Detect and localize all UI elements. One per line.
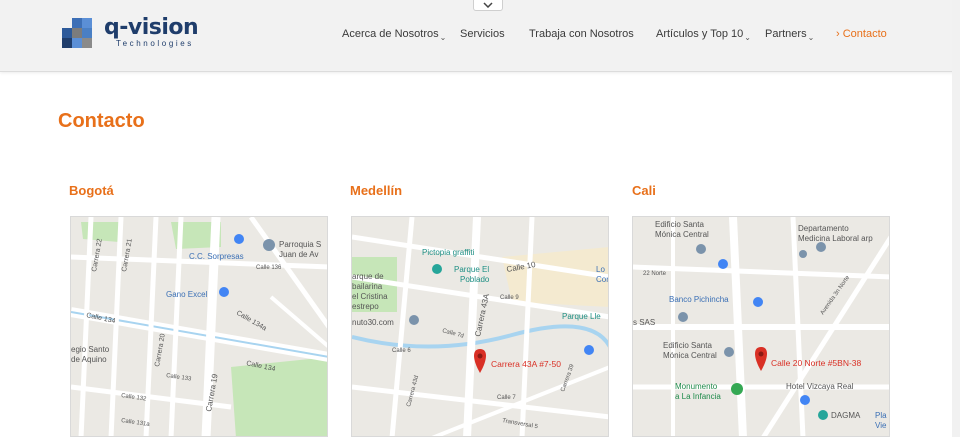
park-icon bbox=[818, 410, 828, 420]
map-medellin[interactable]: Pictopia graffiti Parque El Poblado arqu… bbox=[351, 216, 609, 437]
svg-text:Banco Pichincha: Banco Pichincha bbox=[669, 295, 729, 304]
shopping-icon bbox=[219, 287, 229, 297]
svg-text:Conter: Conter bbox=[596, 275, 609, 284]
svg-text:s SAS: s SAS bbox=[633, 318, 655, 327]
svg-text:Poblado: Poblado bbox=[460, 275, 490, 284]
nav-item-label: Trabaja con Nosotros bbox=[529, 28, 634, 40]
nav-item-contacto[interactable]: › Contacto bbox=[836, 28, 887, 40]
nav-item-label: Artículos y Top 10 bbox=[656, 28, 744, 40]
shopping-icon bbox=[584, 345, 594, 355]
svg-text:Departamento: Departamento bbox=[798, 224, 849, 233]
nav-item-partners[interactable]: Partners⌄ bbox=[765, 28, 815, 42]
city-heading-bogota: Bogotá bbox=[69, 183, 114, 198]
svg-text:Medicina Laboral arp: Medicina Laboral arp bbox=[798, 234, 873, 243]
svg-text:el Cristina: el Cristina bbox=[352, 292, 388, 301]
header-toggle-button[interactable] bbox=[473, 0, 503, 11]
nav-item-trabaja[interactable]: Trabaja con Nosotros bbox=[529, 28, 634, 40]
place-icon bbox=[409, 315, 419, 325]
svg-text:Calle 6: Calle 6 bbox=[392, 348, 411, 354]
site-logo[interactable]: q-vision Technologies bbox=[58, 14, 218, 54]
logo-brand-text: q-vision bbox=[104, 15, 199, 40]
svg-text:Pictopia graffiti: Pictopia graffiti bbox=[422, 248, 475, 257]
nav-item-articulos[interactable]: Artículos y Top 10⌄ bbox=[656, 28, 751, 42]
svg-text:Pla: Pla bbox=[875, 411, 887, 420]
svg-text:bailarina: bailarina bbox=[352, 282, 383, 291]
svg-text:Juan de Av: Juan de Av bbox=[279, 250, 318, 259]
hotel-icon bbox=[800, 395, 810, 405]
svg-text:Edificio Santa: Edificio Santa bbox=[655, 220, 704, 229]
svg-text:Calle 9: Calle 9 bbox=[500, 295, 519, 301]
place-icon bbox=[799, 250, 807, 258]
nav-item-label: Servicios bbox=[460, 28, 505, 40]
svg-text:Monumento: Monumento bbox=[675, 382, 718, 391]
svg-text:Parroquia S: Parroquia S bbox=[279, 240, 321, 249]
logo-cubes-icon bbox=[62, 18, 92, 48]
svg-text:Parque El: Parque El bbox=[454, 265, 489, 274]
chevron-down-icon: ⌄ bbox=[439, 33, 447, 42]
place-icon bbox=[724, 347, 734, 357]
svg-text:Calle 136: Calle 136 bbox=[256, 265, 282, 271]
map-bogota[interactable]: Parroquia S Juan de Av C.C. Sorpresas Ga… bbox=[70, 216, 328, 437]
shopping-icon bbox=[718, 259, 728, 269]
svg-text:Mónica Central: Mónica Central bbox=[663, 351, 717, 360]
place-icon bbox=[696, 244, 706, 254]
svg-text:Parque Lle: Parque Lle bbox=[562, 312, 601, 321]
svg-text:arque de: arque de bbox=[352, 272, 384, 281]
map-cali[interactable]: Edificio Santa Mónica Central Departamen… bbox=[632, 216, 890, 437]
nav-item-label: Partners bbox=[765, 28, 807, 40]
chevron-right-icon: › bbox=[836, 28, 840, 40]
svg-text:nuto30.com: nuto30.com bbox=[352, 318, 394, 327]
monument-icon bbox=[731, 383, 743, 395]
place-icon bbox=[263, 239, 275, 251]
bank-icon bbox=[753, 297, 763, 307]
svg-text:egio Santo: egio Santo bbox=[71, 345, 110, 354]
page-title: Contacto bbox=[58, 110, 145, 132]
svg-text:Hotel Vizcaya Real: Hotel Vizcaya Real bbox=[786, 382, 854, 391]
nav-item-label: Contacto bbox=[842, 28, 887, 40]
address-label: Carrera 43A #7-50 bbox=[491, 359, 561, 369]
svg-text:Mónica Central: Mónica Central bbox=[655, 230, 709, 239]
chevron-down-icon bbox=[483, 1, 493, 8]
nav-item-label: Acerca de Nosotros bbox=[342, 28, 439, 40]
svg-text:a La Infancia: a La Infancia bbox=[675, 392, 721, 401]
logo-tagline: Technologies bbox=[116, 39, 194, 48]
address-label: Calle 20 Norte #5BN-38 bbox=[771, 358, 862, 368]
nav-item-servicios[interactable]: Servicios bbox=[460, 28, 505, 40]
site-header: q-vision Technologies Acerca de Nosotros… bbox=[0, 0, 960, 72]
chevron-down-icon: ⌄ bbox=[807, 33, 815, 42]
svg-text:estrepo: estrepo bbox=[352, 302, 379, 311]
svg-text:Vie: Vie bbox=[875, 421, 887, 430]
svg-text:de Aquino: de Aquino bbox=[71, 355, 107, 364]
shopping-icon bbox=[234, 234, 244, 244]
city-heading-cali: Cali bbox=[632, 183, 656, 198]
svg-text:Calle 7: Calle 7 bbox=[497, 395, 516, 401]
svg-text:C.C. Sorpresas: C.C. Sorpresas bbox=[189, 252, 244, 261]
city-heading-medellin: Medellín bbox=[350, 183, 403, 198]
place-icon bbox=[816, 242, 826, 252]
svg-text:Gano Excel: Gano Excel bbox=[166, 290, 208, 299]
page-scrollbar[interactable] bbox=[952, 0, 960, 437]
svg-text:Lo: Lo bbox=[596, 265, 605, 274]
svg-text:DAGMA: DAGMA bbox=[831, 411, 861, 420]
place-icon bbox=[678, 312, 688, 322]
chevron-down-icon: ⌄ bbox=[744, 33, 751, 42]
svg-text:Edificio Santa: Edificio Santa bbox=[663, 341, 712, 350]
nav-item-acerca[interactable]: Acerca de Nosotros⌄ bbox=[342, 28, 447, 42]
park-area bbox=[231, 357, 327, 436]
attraction-icon bbox=[432, 264, 442, 274]
svg-text:22 Norte: 22 Norte bbox=[643, 271, 667, 277]
